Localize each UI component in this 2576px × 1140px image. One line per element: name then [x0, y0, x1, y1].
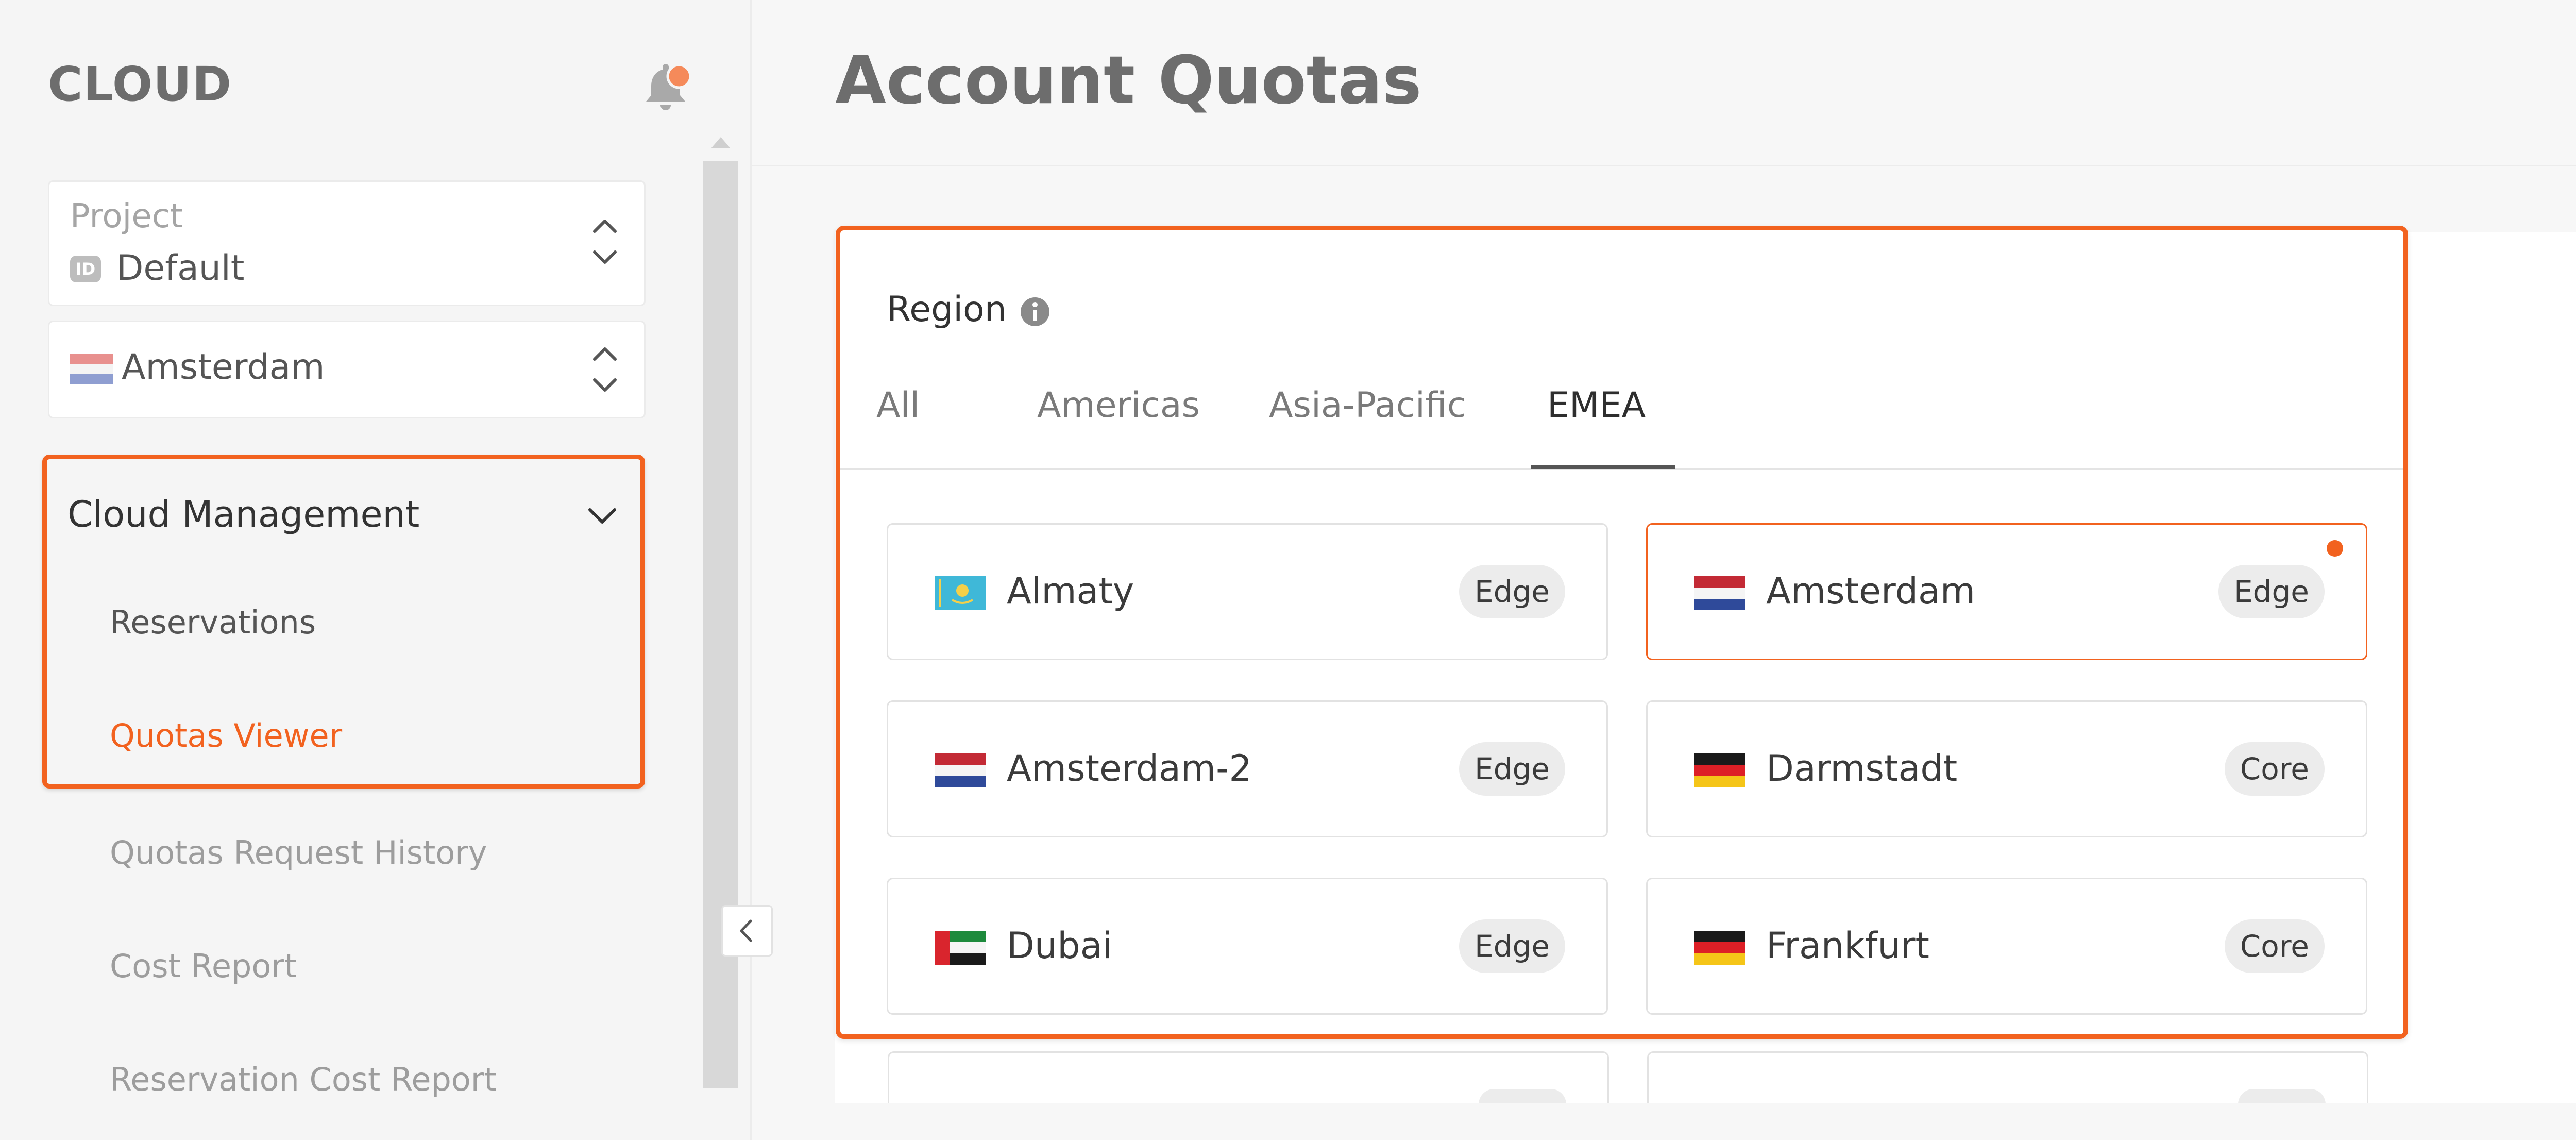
location-card-amsterdam[interactable]: Amsterdam Edge [1646, 523, 2367, 660]
tab-asia-pacific[interactable]: Asia-Pacific [1269, 385, 1466, 426]
id-icon: ID [70, 256, 101, 282]
germany-flag-icon [1694, 753, 1745, 787]
cloud-management-group: Cloud Management Reservations Quotas Vie… [42, 455, 645, 789]
netherlands-flag-icon [1694, 576, 1745, 610]
location-card-dubai[interactable]: Dubai Edge [887, 878, 1608, 1015]
sidebar-item-reservation-cost-report[interactable]: Reservation Cost Report [110, 1061, 497, 1098]
region-selector-panel: Region All Americas Asia-Pacific EMEA Al… [836, 226, 2408, 1039]
project-select[interactable]: Project ID Default [48, 180, 646, 306]
sidebar-item-quotas-request-history[interactable]: Quotas Request History [110, 834, 487, 871]
brand-logo: CLOUD [48, 57, 232, 112]
sidebar-item-quotas-viewer[interactable]: Quotas Viewer [110, 717, 342, 755]
uae-flag-icon [935, 931, 986, 965]
location-type-badge: Edge [1459, 742, 1565, 796]
location-name: Frankfurt [1766, 925, 1929, 967]
region-select[interactable]: Amsterdam [48, 321, 646, 418]
netherlands-flag-icon [70, 354, 113, 384]
chevron-left-icon [740, 919, 752, 942]
page-title: Account Quotas [835, 42, 1422, 119]
region-label: Region [887, 289, 1007, 330]
location-name: Darmstadt [1766, 747, 1958, 790]
location-card-frankfurt[interactable]: Frankfurt Core [1646, 878, 2367, 1015]
cloud-management-header[interactable]: Cloud Management [67, 493, 419, 535]
kazakhstan-flag-icon [935, 576, 986, 610]
tab-americas[interactable]: Americas [1037, 385, 1200, 426]
region-select-value: Amsterdam [122, 347, 325, 388]
location-name: Almaty [1007, 570, 1134, 612]
location-card-darmstadt[interactable]: Darmstadt Core [1646, 700, 2367, 837]
header-divider [752, 165, 2576, 166]
location-type-badge: Edge [2218, 565, 2325, 618]
location-type-badge: Core [2224, 919, 2325, 973]
tab-active-indicator [1531, 465, 1675, 469]
tab-all[interactable]: All [876, 385, 920, 426]
scroll-up-arrow-icon[interactable] [709, 135, 733, 150]
chevron-up-down-icon [589, 339, 620, 400]
sidebar: CLOUD Project ID Default Amsterdam Cloud… [0, 0, 750, 1140]
chevron-down-icon[interactable] [586, 506, 619, 526]
location-type-badge: Edge [1459, 919, 1565, 973]
sidebar-item-reservations[interactable]: Reservations [110, 603, 316, 641]
project-select-value: Default [116, 248, 245, 289]
chevron-up-down-icon [589, 211, 620, 273]
location-type-badge: Edge [1459, 565, 1565, 618]
location-name: Amsterdam-2 [1007, 747, 1252, 790]
netherlands-flag-icon [935, 753, 986, 787]
sidebar-item-cost-report[interactable]: Cost Report [110, 947, 297, 985]
location-card-amsterdam-2[interactable]: Amsterdam-2 Edge [887, 700, 1608, 837]
location-name: Dubai [1007, 925, 1113, 967]
collapse-sidebar-button[interactable] [721, 905, 773, 957]
content-bottom-edge [752, 1103, 2576, 1140]
tab-emea[interactable]: EMEA [1547, 385, 1646, 426]
location-card-almaty[interactable]: Almaty Edge [887, 523, 1608, 660]
location-type-badge: Core [2224, 742, 2325, 796]
project-select-label: Project [70, 197, 183, 236]
selected-indicator-dot [2327, 540, 2343, 557]
germany-flag-icon [1694, 931, 1745, 965]
notifications-bell-icon[interactable] [643, 61, 692, 112]
location-name: Amsterdam [1766, 570, 1976, 612]
info-icon[interactable] [1020, 296, 1050, 327]
